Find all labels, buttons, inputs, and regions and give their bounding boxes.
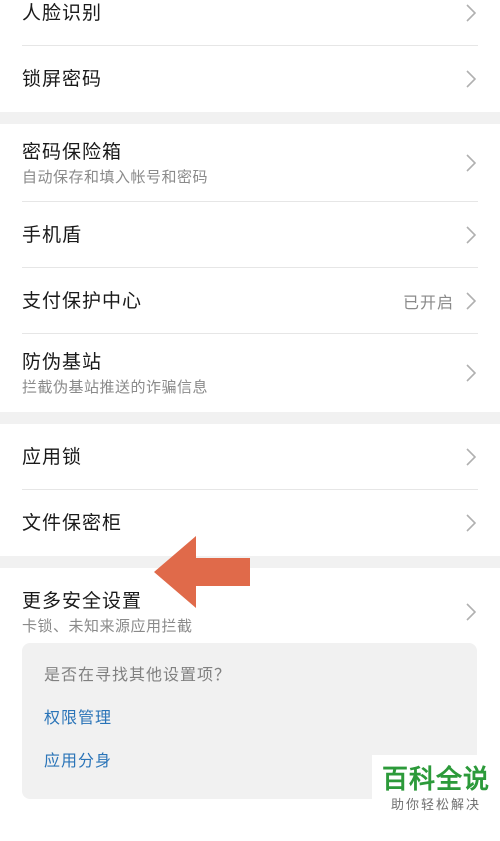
suggestion-question: 是否在寻找其他设置项？ <box>44 665 232 684</box>
row-title: 锁屏密码 <box>22 68 103 90</box>
row-subtitle: 卡锁、未知来源应用拦截 <box>22 617 193 635</box>
row-title: 手机盾 <box>22 224 83 246</box>
section-gap <box>0 112 500 124</box>
settings-group-1: 人脸识别 锁屏密码 <box>0 0 500 112</box>
chevron-right-icon <box>464 602 478 622</box>
chevron-right-icon <box>464 363 478 383</box>
annotation-arrow-icon <box>154 536 250 608</box>
watermark-logo: 百科全说 助你轻松解决 <box>372 755 500 821</box>
fake-base-station-row[interactable]: 防伪基站 拦截伪基站推送的诈骗信息 <box>0 334 500 412</box>
section-gap <box>0 412 500 424</box>
payment-protection-row[interactable]: 支付保护中心 已开启 <box>0 268 500 334</box>
status-label: 已开启 <box>402 293 454 312</box>
chevron-right-icon <box>464 225 478 245</box>
row-subtitle: 自动保存和填入帐号和密码 <box>22 168 209 186</box>
row-title: 应用锁 <box>22 446 83 468</box>
app-lock-row[interactable]: 应用锁 <box>0 424 500 490</box>
lock-screen-password-row[interactable]: 锁屏密码 <box>0 46 500 112</box>
chevron-right-icon <box>464 447 478 467</box>
row-title: 密码保险箱 <box>22 141 123 163</box>
chevron-right-icon <box>464 513 478 533</box>
row-title: 防伪基站 <box>22 351 103 373</box>
chevron-right-icon <box>464 3 478 23</box>
phone-shield-row[interactable]: 手机盾 <box>0 202 500 268</box>
chevron-right-icon <box>464 153 478 173</box>
row-title: 支付保护中心 <box>22 290 143 312</box>
row-title: 人脸识别 <box>22 2 103 24</box>
face-recognition-row[interactable]: 人脸识别 <box>0 0 500 46</box>
permission-management-link[interactable]: 权限管理 <box>44 706 455 730</box>
row-subtitle: 拦截伪基站推送的诈骗信息 <box>22 378 209 396</box>
password-vault-row[interactable]: 密码保险箱 自动保存和填入帐号和密码 <box>0 124 500 202</box>
chevron-right-icon <box>464 291 478 311</box>
watermark-sub: 助你轻松解决 <box>390 798 481 813</box>
settings-group-2: 密码保险箱 自动保存和填入帐号和密码 手机盾 支付保护中心 已开启 防伪基站 拦… <box>0 124 500 412</box>
watermark-main: 百科全说 <box>381 765 490 795</box>
chevron-right-icon <box>464 69 478 89</box>
